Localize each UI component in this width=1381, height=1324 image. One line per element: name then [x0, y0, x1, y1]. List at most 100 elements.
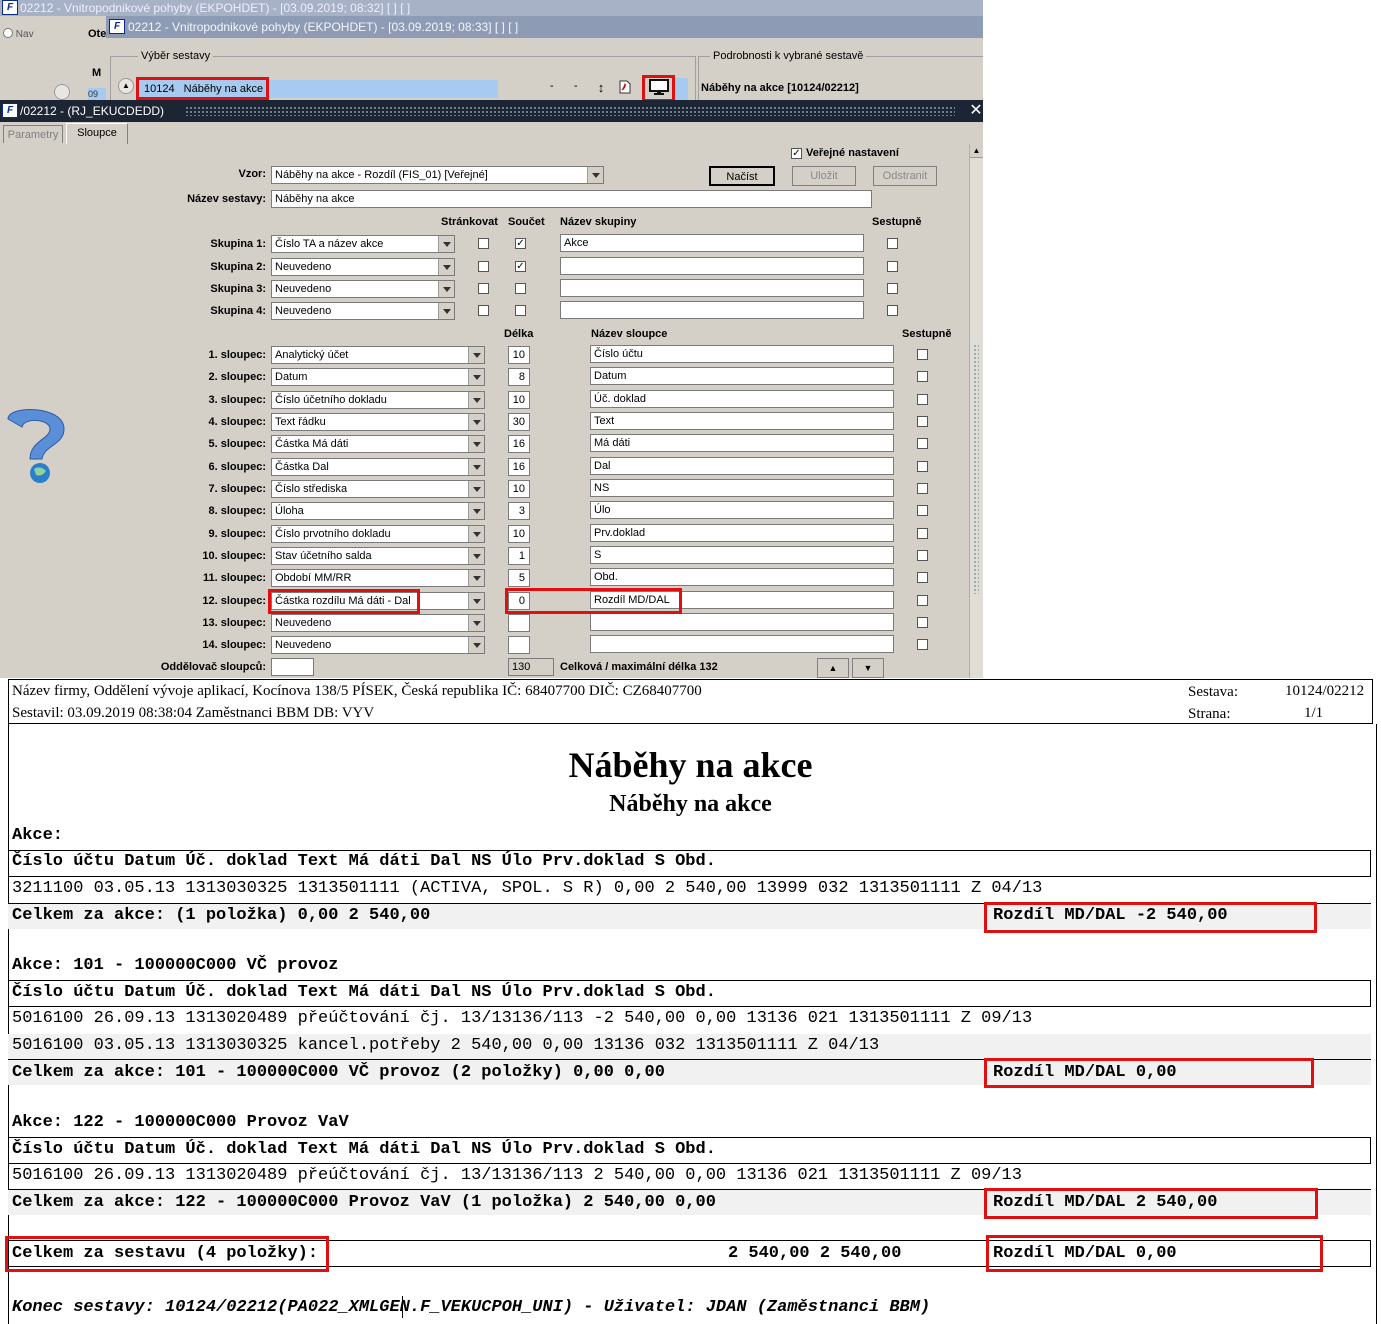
scroll-up-arrow-icon[interactable]: ▲ — [970, 144, 983, 158]
column-13-length-input[interactable] — [508, 614, 530, 632]
skupina-4-strankovat-checkbox[interactable] — [478, 305, 489, 316]
column-9-length-input[interactable]: 10 — [508, 525, 530, 543]
chevron-down-icon[interactable] — [438, 281, 454, 297]
column-10-select[interactable]: Stav účetního salda — [271, 547, 485, 565]
column-13-select[interactable]: Neuvedeno — [271, 614, 485, 632]
sort-arrows-icon[interactable]: ↕ — [594, 80, 608, 96]
nacist-button[interactable]: Načíst — [709, 166, 775, 186]
pdf-icon[interactable] — [618, 80, 632, 96]
column-2-sestupne-checkbox[interactable] — [917, 371, 928, 382]
column-14-select[interactable]: Neuvedeno — [271, 636, 485, 654]
column-14-length-input[interactable] — [508, 636, 530, 654]
chevron-down-icon[interactable] — [587, 167, 603, 183]
column-5-sestupne-checkbox[interactable] — [917, 438, 928, 449]
column-3-sestupne-checkbox[interactable] — [917, 394, 928, 405]
column-11-name-input[interactable]: Obd. — [590, 568, 894, 586]
verejne-nastaveni-checkbox[interactable]: ✓ — [791, 148, 802, 159]
column-7-sestupne-checkbox[interactable] — [917, 483, 928, 494]
column-6-select[interactable]: Částka Dal — [271, 458, 485, 476]
chevron-down-icon[interactable] — [468, 436, 484, 452]
skupina-1-strankovat-checkbox[interactable] — [478, 238, 489, 249]
column-7-select[interactable]: Číslo střediska — [271, 480, 485, 498]
nav-radio[interactable]: Nav — [3, 28, 34, 40]
column-4-sestupne-checkbox[interactable] — [917, 416, 928, 427]
column-5-length-input[interactable]: 16 — [508, 435, 530, 453]
vzor-select[interactable]: Náběhy na akce - Rozdíl (FIS_01) [Veřejn… — [271, 166, 604, 184]
chevron-down-icon[interactable] — [468, 392, 484, 408]
column-8-sestupne-checkbox[interactable] — [917, 505, 928, 516]
column-8-select[interactable]: Úloha — [271, 502, 485, 520]
column-11-select[interactable]: Období MM/RR — [271, 569, 485, 587]
chevron-down-icon[interactable] — [468, 347, 484, 363]
column-13-name-input[interactable] — [590, 613, 894, 631]
tab-sloupce[interactable]: Sloupce — [66, 123, 128, 144]
skupina-4-sestupne-checkbox[interactable] — [887, 305, 898, 316]
skupina-4-name-input[interactable] — [560, 301, 864, 319]
skupina-4-select[interactable]: Neuvedeno — [271, 302, 455, 320]
skupina-1-select[interactable]: Číslo TA a název akce — [271, 235, 455, 253]
column-6-sestupne-checkbox[interactable] — [917, 461, 928, 472]
chevron-down-icon[interactable] — [468, 570, 484, 586]
column-7-name-input[interactable]: NS — [590, 479, 894, 497]
ulozit-button[interactable]: Uložit — [792, 166, 856, 186]
selected-report-row[interactable]: 10124 Náběhy na akce — [138, 80, 498, 98]
column-11-sestupne-checkbox[interactable] — [917, 572, 928, 583]
column-12-select[interactable]: Částka rozdílu Má dáti - Dal — [271, 592, 485, 610]
move-down-button[interactable]: ▼ — [852, 658, 884, 678]
odstranit-button[interactable]: Odstranit — [873, 166, 937, 186]
tab-parametry[interactable]: Parametry — [3, 125, 63, 143]
left-selected-cell[interactable]: 09 — [88, 88, 106, 100]
column-9-name-input[interactable]: Prv.doklad — [590, 524, 894, 542]
column-13-sestupne-checkbox[interactable] — [917, 617, 928, 628]
chevron-down-icon[interactable] — [468, 593, 484, 609]
help-question-icon[interactable] — [0, 405, 70, 487]
chevron-down-icon[interactable] — [438, 236, 454, 252]
column-10-sestupne-checkbox[interactable] — [917, 550, 928, 561]
column-1-name-input[interactable]: Číslo účtu — [590, 345, 894, 363]
column-7-length-input[interactable]: 10 — [508, 480, 530, 498]
column-5-name-input[interactable]: Má dáti — [590, 434, 894, 452]
skupina-2-select[interactable]: Neuvedeno — [271, 258, 455, 276]
skupina-2-name-input[interactable] — [560, 257, 864, 275]
column-5-select[interactable]: Částka Má dáti — [271, 435, 485, 453]
column-6-length-input[interactable]: 16 — [508, 458, 530, 476]
column-8-name-input[interactable]: Úlo — [590, 501, 894, 519]
skupina-3-strankovat-checkbox[interactable] — [478, 283, 489, 294]
chevron-down-icon[interactable] — [468, 615, 484, 631]
column-9-sestupne-checkbox[interactable] — [917, 528, 928, 539]
skupina-2-soucet-checkbox[interactable]: ✓ — [515, 261, 526, 272]
skupina-2-strankovat-checkbox[interactable] — [478, 261, 489, 272]
column-10-name-input[interactable]: S — [590, 546, 894, 564]
column-6-name-input[interactable]: Dal — [590, 457, 894, 475]
chevron-down-icon[interactable] — [438, 259, 454, 275]
skupina-3-select[interactable]: Neuvedeno — [271, 280, 455, 298]
column-4-select[interactable]: Text řádku — [271, 413, 485, 431]
column-3-length-input[interactable]: 10 — [508, 391, 530, 409]
scroll-up-icon[interactable] — [54, 84, 70, 100]
column-4-length-input[interactable]: 30 — [508, 413, 530, 431]
column-2-length-input[interactable]: 8 — [508, 368, 530, 386]
vertical-scrollbar[interactable]: ▲ — [969, 144, 983, 678]
chevron-down-icon[interactable] — [468, 526, 484, 542]
column-9-select[interactable]: Číslo prvotního dokladu — [271, 525, 485, 543]
column-1-sestupne-checkbox[interactable] — [917, 349, 928, 360]
column-4-name-input[interactable]: Text — [590, 412, 894, 430]
skupina-3-name-input[interactable] — [560, 279, 864, 297]
skupina-3-sestupne-checkbox[interactable] — [887, 283, 898, 294]
column-2-select[interactable]: Datum — [271, 368, 485, 386]
chevron-down-icon[interactable] — [468, 637, 484, 653]
column-3-name-input[interactable]: Úč. doklad — [590, 390, 894, 408]
column-12-length-input[interactable]: 0 — [508, 592, 530, 610]
column-14-name-input[interactable] — [590, 635, 894, 653]
nazev-sestavy-input[interactable]: Náběhy na akce — [271, 190, 872, 208]
skupina-3-soucet-checkbox[interactable] — [515, 283, 526, 294]
scroll-grip[interactable] — [973, 344, 979, 594]
skupina-1-soucet-checkbox[interactable]: ✓ — [515, 238, 526, 249]
column-12-sestupne-checkbox[interactable] — [917, 595, 928, 606]
column-11-length-input[interactable]: 5 — [508, 569, 530, 587]
chevron-down-icon[interactable] — [468, 459, 484, 475]
skupina-1-name-input[interactable]: Akce — [560, 234, 864, 252]
chevron-down-icon[interactable] — [468, 481, 484, 497]
column-1-select[interactable]: Analytický účet — [271, 346, 485, 364]
column-14-sestupne-checkbox[interactable] — [917, 639, 928, 650]
